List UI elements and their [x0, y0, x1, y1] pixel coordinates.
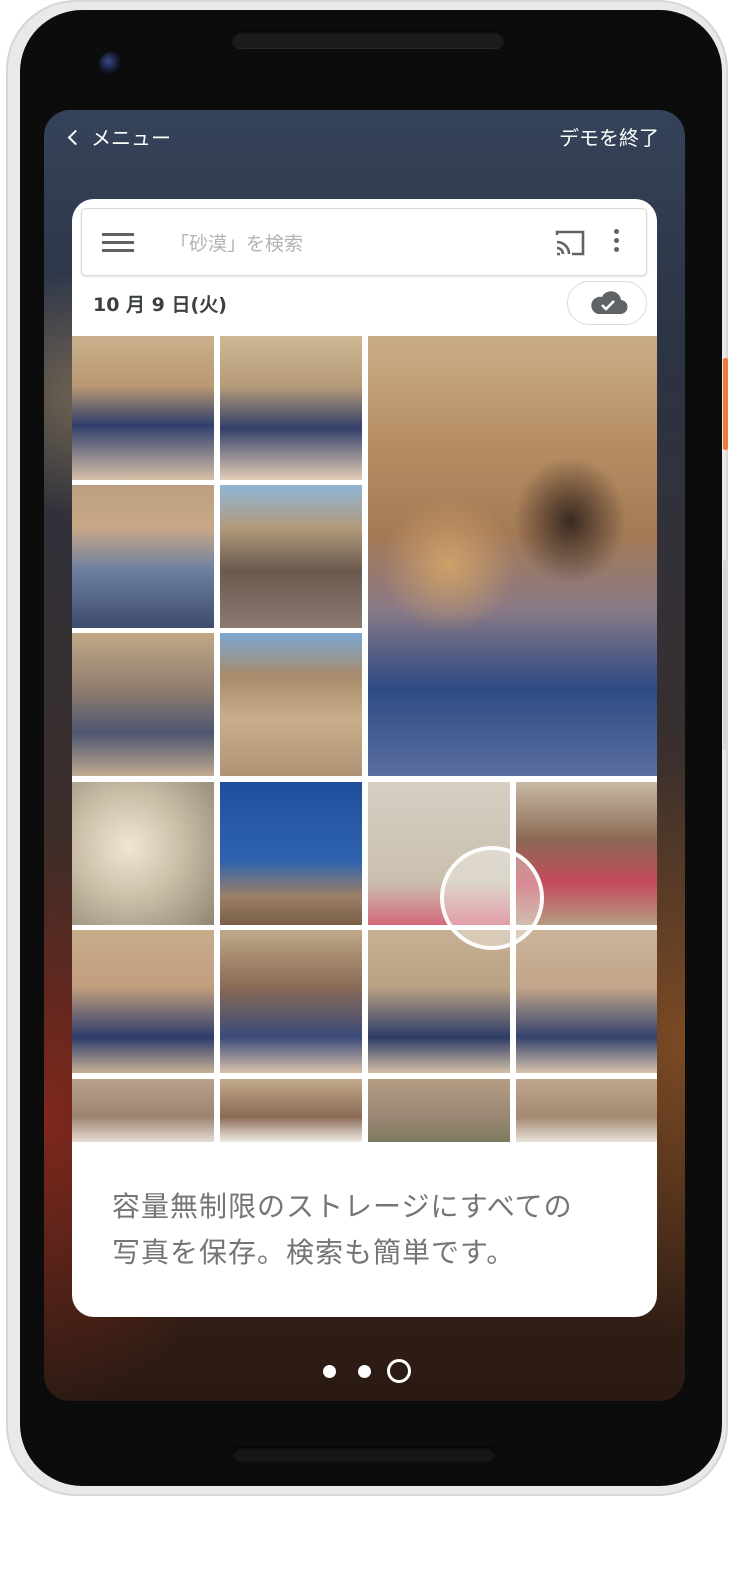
photo-thumbnail[interactable] [220, 930, 362, 1073]
bottom-speaker [232, 1446, 496, 1462]
more-vert-icon[interactable] [606, 229, 626, 257]
photo-thumbnail[interactable] [220, 1079, 362, 1142]
backup-status-button[interactable] [567, 281, 647, 325]
volume-button [723, 560, 728, 750]
search-input[interactable] [168, 227, 532, 261]
search-bar [81, 208, 647, 276]
photos-app-card: 10 月 9 日(火) [72, 199, 657, 1317]
power-button [723, 358, 728, 450]
photo-thumbnail[interactable] [220, 485, 362, 628]
photo-thumbnail[interactable] [220, 633, 362, 776]
pagination-dots [44, 1359, 685, 1383]
photo-thumbnail[interactable] [516, 930, 657, 1073]
chevron-left-icon [67, 129, 84, 145]
top-speaker [232, 30, 504, 48]
photo-thumbnail[interactable] [72, 485, 214, 628]
page-dot[interactable] [323, 1365, 336, 1378]
back-to-menu-button[interactable]: メニュー [67, 122, 171, 151]
feature-caption: 容量無制限のストレージにすべての 写真を保存。検索も簡単です。 [112, 1184, 632, 1276]
cloud-done-icon [591, 291, 628, 315]
photo-thumbnail[interactable] [72, 930, 214, 1073]
photo-thumbnail[interactable] [516, 1079, 657, 1142]
front-camera [99, 52, 123, 76]
photo-thumbnail[interactable] [72, 633, 214, 776]
phone-screen: メニュー デモを終了 10 月 9 日(火) [44, 110, 685, 1401]
photo-thumbnail[interactable] [72, 336, 214, 480]
photo-thumbnail[interactable] [368, 930, 510, 1073]
menu-icon[interactable] [102, 233, 134, 253]
back-label: メニュー [91, 126, 171, 150]
photo-thumbnail[interactable] [72, 782, 214, 925]
photo-thumbnail[interactable] [72, 1079, 214, 1142]
page-dot-active[interactable] [387, 1359, 411, 1383]
photo-grid [72, 336, 657, 1142]
date-header: 10 月 9 日(火) [93, 294, 227, 316]
touch-indicator [440, 846, 544, 950]
cast-icon[interactable] [554, 229, 586, 257]
end-demo-button[interactable]: デモを終了 [559, 122, 659, 151]
photo-featured[interactable] [368, 336, 657, 776]
page-dot[interactable] [358, 1365, 371, 1378]
photo-thumbnail[interactable] [220, 336, 362, 480]
caption-line-1: 容量無制限のストレージにすべての [112, 1190, 573, 1223]
photo-thumbnail[interactable] [220, 782, 362, 925]
caption-line-2: 写真を保存。検索も簡単です。 [112, 1236, 516, 1269]
photo-thumbnail[interactable] [368, 1079, 510, 1142]
